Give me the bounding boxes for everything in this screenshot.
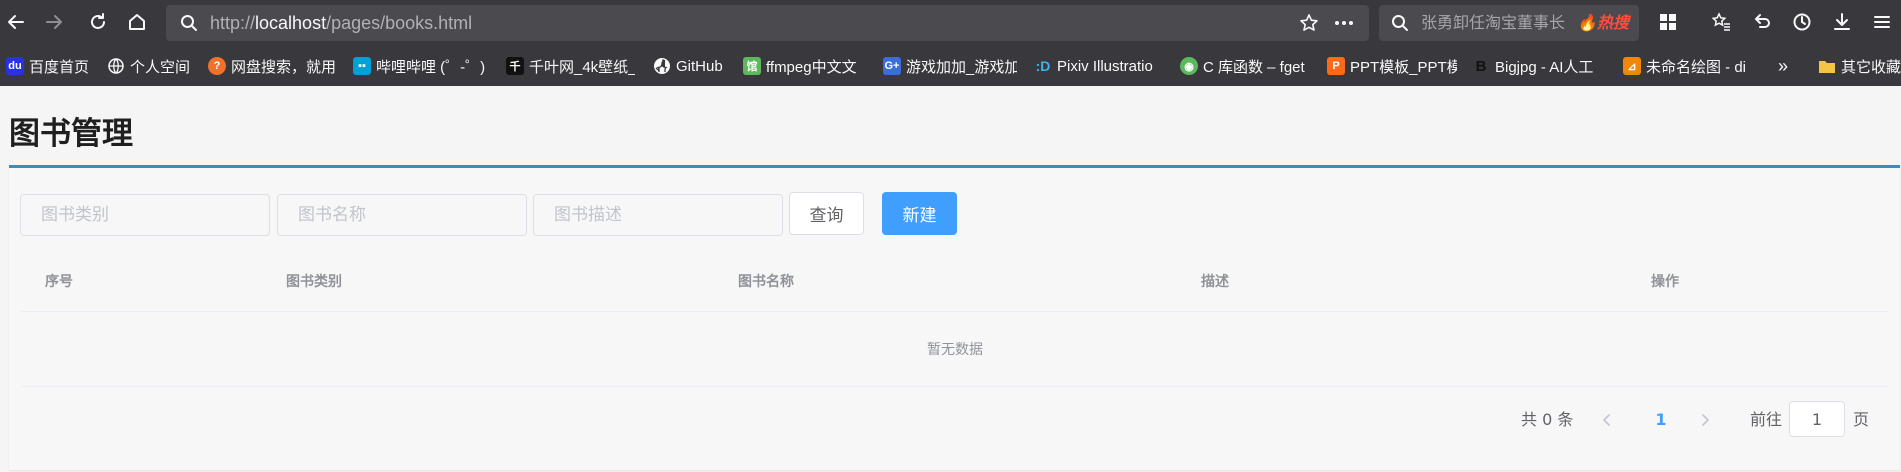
table-header: 序号 图书类别 图书名称 描述 操作 [21,252,1889,312]
chevron-left-icon[interactable] [1599,412,1615,428]
bookmark-label: 哔哩哔哩 (゜-゜) [376,58,486,76]
create-button[interactable]: 新建 [882,192,957,235]
bookmark-github[interactable]: GitHub [653,46,728,86]
bookmark-star-icon[interactable] [1299,13,1319,33]
chevron-right-icon[interactable] [1697,412,1713,428]
bookmark-ppt[interactable]: P PPT模板_PPT模 [1327,46,1457,86]
column-header-actions: 操作 [1651,274,1679,290]
youxijiajia-icon: G+ [883,57,901,75]
fire-icon: 🔥 [1577,13,1597,32]
home-icon[interactable] [125,10,149,34]
search-icon [181,15,197,31]
bookmark-drawio[interactable]: ⊿ 未命名绘图 - di [1623,46,1763,86]
baidu-icon: du [6,57,24,75]
page-title: 图书管理 [9,116,133,152]
runoob-icon: ◉ [1180,57,1198,75]
query-button[interactable]: 查询 [789,192,864,235]
url-path: /pages/books.html [326,13,473,33]
column-header-category: 图书类别 [286,274,342,290]
bookmark-other-folder[interactable]: 其它收藏 [1818,46,1901,86]
bigjpg-icon: B [1475,57,1487,75]
github-icon [653,57,671,75]
pixiv-icon: :D [1035,58,1051,74]
bookmark-label: 游戏加加_游戏加 [906,58,1017,76]
ppt-icon: P [1327,57,1345,75]
folder-icon [1818,57,1836,75]
history-icon[interactable] [1790,10,1814,34]
address-bar[interactable]: http://localhost/pages/books.html [166,5,1369,41]
page-content: 图书管理 查询 新建 序号 图书类别 图书名称 描述 操作 暂无数据 共 0 条… [0,86,1901,472]
hot-badge-label: 热搜 [1596,13,1629,32]
pagination-goto-label: 前往 [1750,410,1783,429]
column-header-index: 序号 [45,274,73,290]
bookmark-bigjpg[interactable]: B Bigjpg - AI人工 [1472,46,1602,86]
bookmark-qianye[interactable]: 千 千叶网_4k壁纸_ [506,46,635,86]
books-card: 查询 新建 序号 图书类别 图书名称 描述 操作 暂无数据 共 0 条 1 前往… [9,165,1900,470]
pagination-goto-input[interactable] [1789,401,1845,437]
back-icon[interactable] [4,10,28,34]
pagination-total: 共 0 条 [1521,410,1574,429]
bookmark-pansou[interactable]: ? 网盘搜索，就用 [208,46,338,86]
globe-icon [107,57,125,75]
drawio-icon: ⊿ [1623,57,1641,75]
bookmark-label: 未命名绘图 - di [1646,58,1747,76]
menu-icon[interactable] [1870,10,1894,34]
column-header-name: 图书名称 [738,274,794,290]
download-icon[interactable] [1830,10,1854,34]
bookmark-youxijiajia[interactable]: G+ 游戏加加_游戏加 [883,46,1017,86]
browser-toolbar: http://localhost/pages/books.html 张勇卸任淘宝… [0,0,1901,46]
bookmark-label: C 库函数 – fget [1203,58,1305,76]
bilibili-icon: ▪▪ [353,57,371,75]
undo-icon[interactable] [1750,10,1774,34]
reload-icon[interactable] [86,10,110,34]
url-text[interactable]: http://localhost/pages/books.html [210,5,472,41]
search-suggestion[interactable]: 张勇卸任淘宝董事长 [1421,5,1565,41]
hot-badge: 🔥热搜 [1577,5,1629,41]
page-actions-icon[interactable] [1333,13,1355,33]
pansou-icon: ? [208,57,226,75]
bookmark-ffmpeg[interactable]: 馆 ffmpeg中文文 [743,46,868,86]
bookmark-baidu[interactable]: du 百度首页 [6,46,94,86]
bookmark-label: 百度首页 [29,58,90,76]
bookmark-personal-space[interactable]: 个人空间 [107,46,193,86]
bookmark-label: 个人空间 [130,58,191,76]
bookmark-label: 千叶网_4k壁纸_ [529,58,635,76]
bookmark-runoob[interactable]: ◉ C 库函数 – fget [1180,46,1310,86]
empty-text: 暂无数据 [927,342,983,358]
column-header-description: 描述 [1201,274,1229,290]
url-host: localhost [255,13,327,33]
bookmark-bilibili[interactable]: ▪▪ 哔哩哔哩 (゜-゜) [353,46,491,86]
pagination-page-1[interactable]: 1 [1649,408,1673,432]
url-scheme: http:// [210,13,256,33]
bookmark-label: 网盘搜索，就用 [231,58,337,76]
bookmark-label: GitHub [676,57,723,75]
ffmpeg-icon: 馆 [743,57,761,75]
table-empty-row: 暂无数据 [21,312,1889,387]
category-filter-input[interactable] [20,194,270,236]
qianye-icon: 千 [506,57,524,75]
description-filter-input[interactable] [533,194,783,236]
bookmark-label: 其它收藏 [1841,58,1901,76]
bookmark-label: Bigjpg - AI人工 [1495,58,1594,76]
bookmarks-overflow-button[interactable]: » [1778,46,1788,86]
search-bar[interactable]: 张勇卸任淘宝董事长 🔥热搜 [1379,5,1639,41]
bookmark-label: PPT模板_PPT模 [1350,58,1457,76]
extensions-grid-icon[interactable] [1656,10,1680,34]
bookmarks-list-icon[interactable] [1710,10,1734,34]
name-filter-input[interactable] [277,194,527,236]
forward-icon[interactable] [42,10,66,34]
search-icon [1392,15,1408,31]
bookmarks-bar: du 百度首页 个人空间 ? 网盘搜索，就用 ▪▪ 哔哩哔哩 (゜-゜) 千 千… [0,46,1901,86]
bookmark-label: Pixiv Illustratio [1057,57,1153,75]
bookmark-pixiv[interactable]: :D Pixiv Illustratio [1034,46,1164,86]
bookmark-label: ffmpeg中文文 [766,58,857,76]
pagination-page-suffix: 页 [1853,410,1870,429]
